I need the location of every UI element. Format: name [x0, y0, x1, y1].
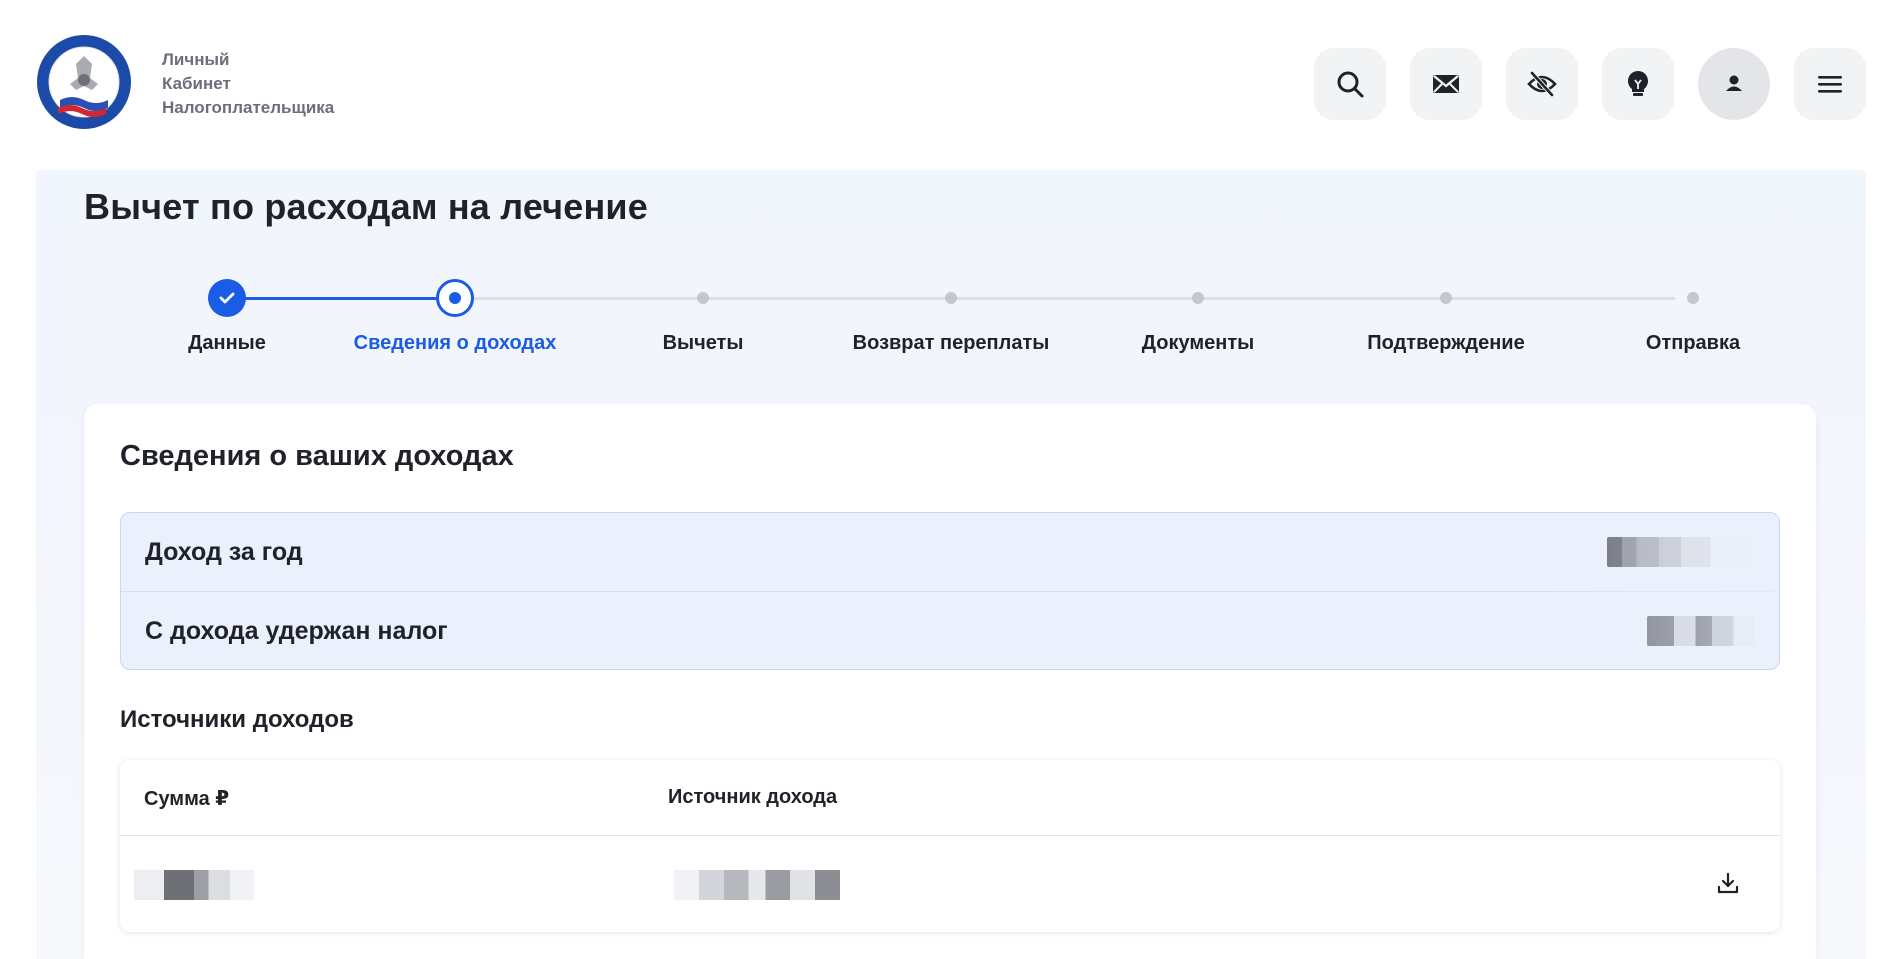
- income-summary: Доход за год С дохода удержан налог: [120, 512, 1780, 670]
- brand-title: Личный Кабинет Налогоплательщика: [162, 48, 334, 120]
- step-pending-indicator: [1192, 292, 1204, 304]
- table-row: [120, 836, 1780, 932]
- step-current-indicator: [436, 279, 474, 317]
- column-header-source: Источник дохода: [668, 786, 838, 808]
- messages-button[interactable]: [1410, 48, 1482, 120]
- source-value-hidden: [674, 870, 840, 900]
- summary-fade-overlay: [1549, 513, 1779, 669]
- step-pending-indicator: [1440, 292, 1452, 304]
- step-label: Отправка: [1645, 332, 1741, 354]
- withheld-tax-row: С дохода удержан налог: [121, 592, 1779, 669]
- search-icon: [1337, 71, 1364, 98]
- brand-line-2: Кабинет: [162, 74, 231, 93]
- menu-icon: [1818, 76, 1842, 93]
- step-pending-indicator: [945, 292, 957, 304]
- fns-logo[interactable]: [36, 34, 132, 130]
- step-pending-indicator: [697, 292, 709, 304]
- withheld-tax-label: С дохода удержан налог: [145, 617, 448, 645]
- mail-icon: [1433, 75, 1459, 93]
- stepper-remaining-line: [455, 297, 1675, 300]
- fns-emblem-icon: [37, 35, 131, 129]
- tips-button[interactable]: [1602, 48, 1674, 120]
- income-sources-title: Источники доходов: [120, 706, 354, 733]
- eye-off-icon: [1527, 71, 1557, 97]
- card-title: Сведения о ваших доходах: [120, 440, 514, 472]
- profile-button[interactable]: [1698, 48, 1770, 120]
- menu-button[interactable]: [1794, 48, 1866, 120]
- download-icon[interactable]: [1714, 870, 1742, 898]
- brand-line-1: Личный: [162, 50, 230, 69]
- user-icon: [1726, 75, 1742, 91]
- column-header-amount: Сумма ₽: [144, 788, 230, 810]
- hide-values-button[interactable]: [1506, 48, 1578, 120]
- main-content: Вычет по расходам на лечение Данные Свед…: [36, 170, 1866, 959]
- brand-line-3: Налогоплательщика: [162, 98, 335, 117]
- header-actions: [1314, 48, 1866, 120]
- income-sources-table: Сумма ₽ Источник дохода: [120, 760, 1780, 932]
- check-icon: [219, 292, 235, 304]
- stepper-progress-line: [227, 297, 455, 300]
- app-header: Личный Кабинет Налогоплательщика: [0, 0, 1888, 168]
- page-title: Вычет по расходам на лечение: [84, 186, 648, 227]
- income-card: Сведения о ваших доходах Доход за год С …: [84, 404, 1816, 959]
- lightbulb-icon: [1628, 71, 1648, 96]
- amount-value-hidden: [134, 870, 254, 900]
- step-done-indicator: [208, 279, 246, 317]
- step-pending-indicator: [1687, 292, 1699, 304]
- annual-income-row: Доход за год: [121, 513, 1779, 592]
- table-header: Сумма ₽ Источник дохода: [120, 760, 1780, 836]
- search-button[interactable]: [1314, 48, 1386, 120]
- annual-income-label: Доход за год: [145, 537, 303, 566]
